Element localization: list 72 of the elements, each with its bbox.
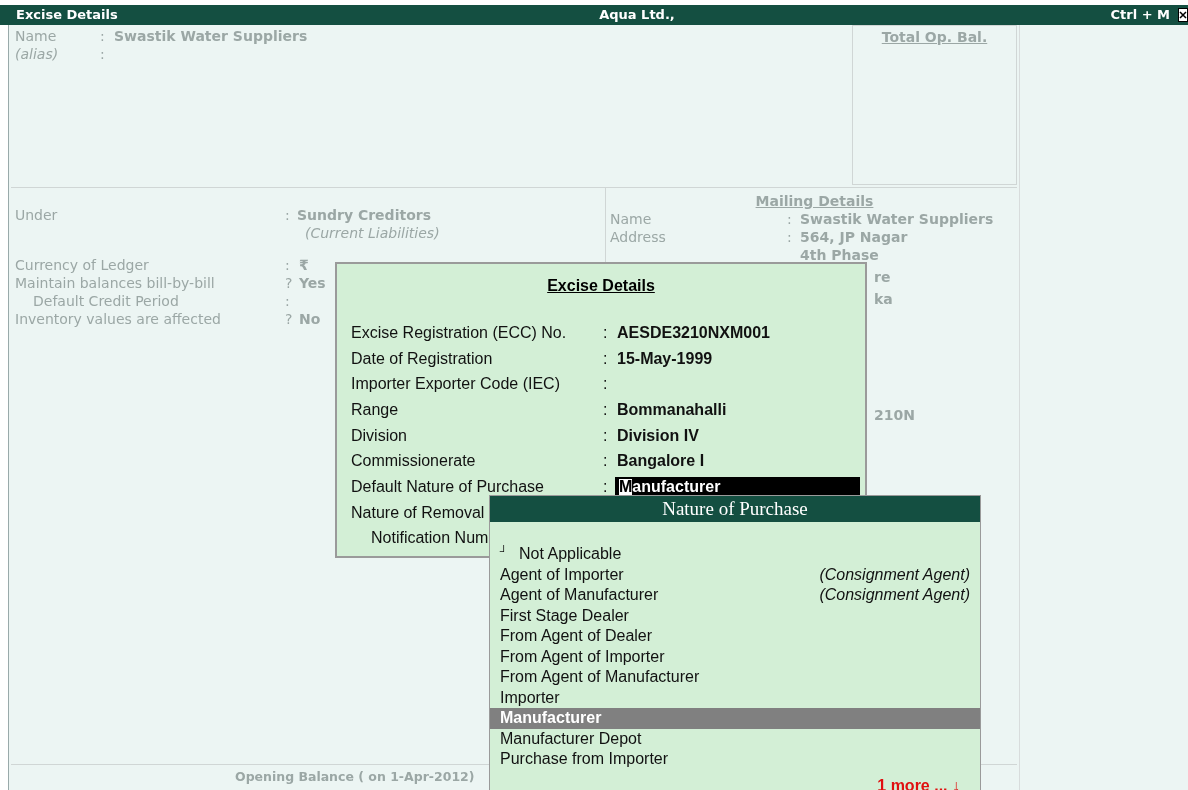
window-title: Excise Details <box>15 6 119 25</box>
group-value: Sundry Creditors <box>297 206 431 224</box>
field-label: Date of Registration <box>351 348 493 369</box>
colon: : <box>603 322 609 343</box>
field-value: 564, JP Nagar <box>800 228 908 246</box>
list-item[interactable]: From Agent of Manufacturer <box>490 667 980 688</box>
field-label: Inventory values are affected <box>15 310 222 328</box>
list-item[interactable]: Manufacturer <box>490 708 980 729</box>
list-item[interactable]: Purchase from Importer <box>490 749 980 770</box>
field-label: Address <box>610 228 667 246</box>
group-note: (Current Liabilities) <box>305 225 440 241</box>
field-value: 15-May-1999 <box>616 348 714 369</box>
colon: : <box>603 348 609 369</box>
field-label: Under <box>15 206 59 224</box>
list-item[interactable]: Manufacturer Depot <box>490 728 980 749</box>
close-icon <box>1179 11 1187 19</box>
field-label: Range <box>351 399 399 420</box>
separator: ? <box>285 274 294 292</box>
list-item[interactable]: Importer <box>490 687 980 708</box>
colon: : <box>787 210 793 228</box>
company-name: Aqua Ltd., <box>598 6 676 25</box>
field-value: AESDE3210NXM001 <box>616 322 771 343</box>
field-label: Default Nature of Purchase <box>351 476 544 497</box>
shortcut-label: Ctrl + M <box>1110 6 1170 25</box>
list-item[interactable]: From Agent of Importer <box>490 646 980 667</box>
field-label: Notification Num <box>371 528 489 549</box>
close-button[interactable] <box>1178 8 1188 22</box>
colon: : <box>100 27 106 45</box>
field-value: Bommanahalli <box>616 399 728 420</box>
list-item[interactable]: First Stage Dealer <box>490 605 980 626</box>
field-label: Currency of Ledger <box>15 256 150 274</box>
field-value: Division IV <box>616 425 700 446</box>
section-heading: Mailing Details <box>755 192 874 210</box>
field-label: Excise Registration (ECC) No. <box>351 322 567 343</box>
list-item[interactable]: From Agent of Dealer <box>490 626 980 647</box>
field-label: (alias) <box>15 45 60 63</box>
field-value: Swastik Water Suppliers <box>800 210 994 228</box>
colon: : <box>603 425 609 446</box>
field-label: Division <box>351 425 407 446</box>
list-item[interactable]: Agent of Manufacturer (Consignment Agent) <box>490 585 980 606</box>
field-label: Name <box>15 27 58 45</box>
colon: : <box>603 399 609 420</box>
field-label: Nature of Removal <box>351 502 485 523</box>
list-item[interactable]: ┘ Not Applicable <box>490 544 980 565</box>
text-fragment: ka <box>874 290 893 308</box>
colon: : <box>603 374 609 395</box>
field-value: Bangalore I <box>616 451 706 472</box>
text-fragment: re <box>874 268 891 286</box>
field-label: Commissionerate <box>351 451 476 472</box>
colon: : <box>603 476 609 497</box>
field-label: Maintain balances bill-by-bill <box>15 274 216 292</box>
text-fragment: 210N <box>874 406 915 424</box>
colon: : <box>285 206 291 224</box>
colon: : <box>787 228 793 246</box>
field-value: ₹ <box>299 256 309 274</box>
separator: ? <box>285 310 294 328</box>
separator: : <box>285 292 291 310</box>
field-label: Importer Exporter Code (IEC) <box>351 374 560 395</box>
colon: : <box>603 451 609 472</box>
colon: : <box>100 45 105 63</box>
field-label: Name <box>610 210 653 228</box>
field-value: No <box>299 310 321 328</box>
dialog-title: Excise Details <box>547 276 655 296</box>
address-line: 4th Phase <box>800 246 879 264</box>
name-value: Swastik Water Suppliers <box>114 27 308 45</box>
field-value: Yes <box>299 274 326 292</box>
field-label: Default Credit Period <box>32 292 180 310</box>
separator: : <box>285 256 291 274</box>
footer-label: Opening Balance ( on 1-Apr-2012) <box>235 768 475 786</box>
column-heading: Total Op. Bal. <box>881 28 988 45</box>
popup-title: Nature of Purchase <box>662 496 808 521</box>
list-item[interactable]: Agent of Importer (Consignment Agent) <box>490 564 980 585</box>
